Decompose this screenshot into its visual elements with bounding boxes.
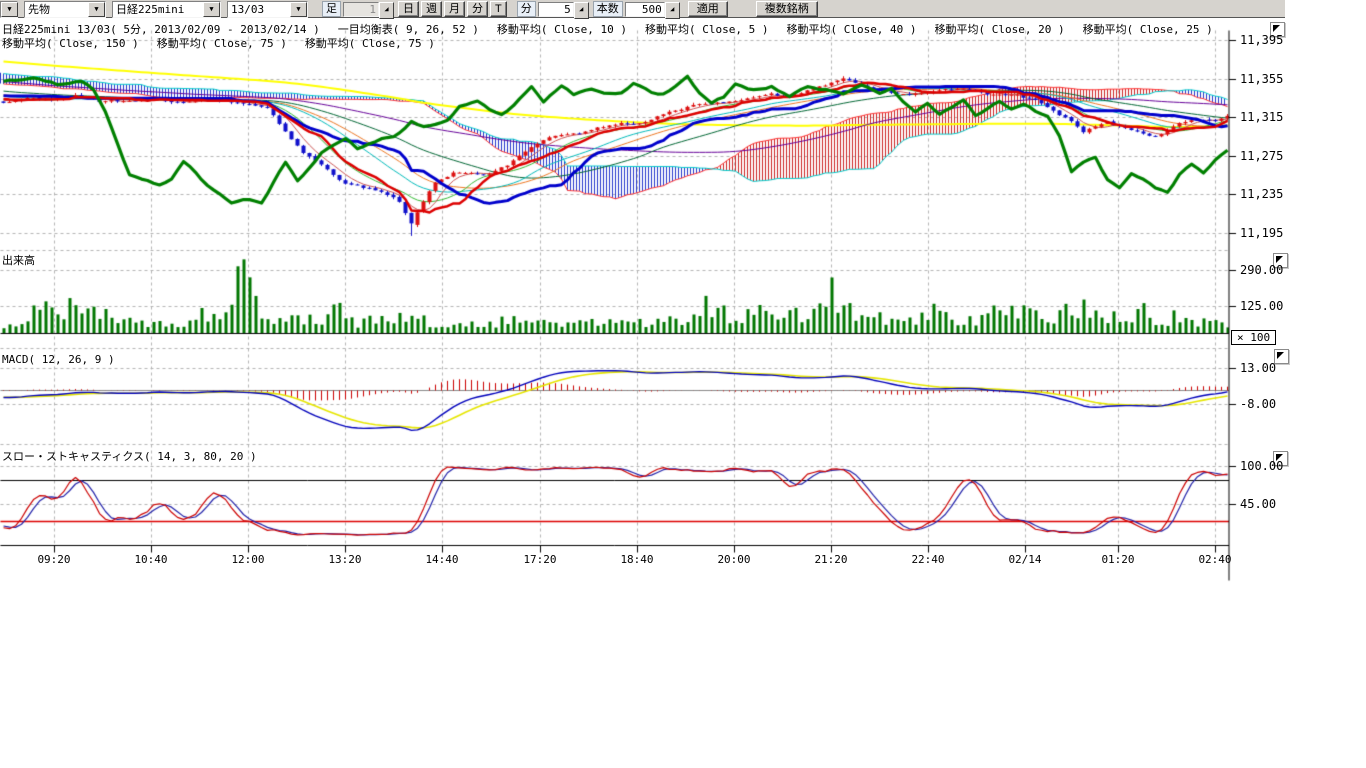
volume-axis-label: 290.00 bbox=[1240, 263, 1283, 277]
bars-count-label: 本数 bbox=[593, 1, 623, 17]
chart-plot-area[interactable] bbox=[0, 0, 1366, 768]
legend-line-2: 移動平均( Close, 150 ) 移動平均( Close, 75 ) 移動平均(… bbox=[2, 35, 453, 51]
minute-value[interactable]: 5 bbox=[538, 2, 574, 17]
price-axis-label: 11,395 bbox=[1240, 33, 1283, 47]
period-day-button[interactable]: 日 bbox=[398, 1, 419, 17]
multi-symbol-button[interactable]: 複数銘柄 bbox=[756, 1, 818, 17]
market-select-value: 先物 bbox=[25, 3, 88, 16]
time-axis-label: 02/14 bbox=[1008, 553, 1041, 566]
time-axis-label: 09:20 bbox=[37, 553, 70, 566]
price-axis-label: 11,315 bbox=[1240, 110, 1283, 124]
market-select[interactable]: 先物 ▼ bbox=[24, 1, 106, 18]
dropdown-arrow-icon[interactable]: ▼ bbox=[88, 2, 105, 17]
period-week-button[interactable]: 週 bbox=[421, 1, 442, 17]
time-axis-label: 01:20 bbox=[1101, 553, 1134, 566]
period-minute-button[interactable]: 分 bbox=[467, 1, 488, 17]
minute-spinner[interactable]: 5 ◢ bbox=[538, 2, 589, 17]
legend-item: 移動平均( Close, 5 ) bbox=[645, 23, 768, 36]
time-axis-label: 13:20 bbox=[328, 553, 361, 566]
apply-button[interactable]: 適用 bbox=[688, 1, 728, 17]
period-month-button[interactable]: 月 bbox=[444, 1, 465, 17]
spinner-icon[interactable]: ◢ bbox=[665, 2, 680, 19]
bar-count-spinner[interactable]: 1 ◢ bbox=[343, 2, 394, 17]
legend-item: 移動平均( Close, 75 ) bbox=[157, 37, 287, 50]
time-axis-label: 18:40 bbox=[620, 553, 653, 566]
macd-axis-label: -8.00 bbox=[1240, 397, 1276, 411]
legend-item: 移動平均( Close, 20 ) bbox=[935, 23, 1065, 36]
volume-multiplier-badge: × 100 bbox=[1231, 330, 1276, 345]
dropdown-arrow-icon[interactable]: ▼ bbox=[203, 2, 220, 17]
price-axis-label: 11,195 bbox=[1240, 226, 1283, 240]
contract-month-select[interactable]: 13/03 ▼ bbox=[227, 1, 308, 18]
legend-item: 移動平均( Close, 25 ) bbox=[1083, 23, 1213, 36]
time-axis-label: 02:40 bbox=[1198, 553, 1231, 566]
macd-panel-expand-icon[interactable] bbox=[1274, 349, 1289, 364]
macd-axis-label: 13.00 bbox=[1240, 361, 1276, 375]
volume-panel-title: 出来高 bbox=[2, 252, 35, 268]
price-axis-label: 11,235 bbox=[1240, 187, 1283, 201]
bar-count-value[interactable]: 1 bbox=[343, 2, 379, 17]
dropdown-arrow-icon[interactable]: ▼ bbox=[290, 2, 307, 17]
dropdown-arrow-icon[interactable]: ▼ bbox=[1, 2, 18, 17]
symbol-select[interactable]: 日経225mini ▼ bbox=[112, 1, 221, 18]
macd-panel-title: MACD( 12, 26, 9 ) bbox=[2, 353, 115, 366]
toolbar: ▼ 先物 ▼ 日経225mini ▼ 13/03 ▼ 足 1 ◢ 日 週 月 分… bbox=[0, 0, 1285, 18]
time-axis-label: 12:00 bbox=[231, 553, 264, 566]
period-tick-button[interactable]: T bbox=[490, 1, 507, 17]
legend-item: 移動平均( Close, 10 ) bbox=[497, 23, 627, 36]
spinner-icon[interactable]: ◢ bbox=[574, 2, 589, 19]
minute-mode-label: 分 bbox=[517, 1, 536, 17]
contract-month-value: 13/03 bbox=[228, 3, 290, 16]
bars-count-value[interactable]: 500 bbox=[625, 2, 665, 17]
stoch-axis-label: 100.00 bbox=[1240, 459, 1283, 473]
time-axis-label: 22:40 bbox=[911, 553, 944, 566]
scroll-left-combo[interactable]: ▼ bbox=[0, 1, 18, 18]
price-axis-label: 11,355 bbox=[1240, 72, 1283, 86]
bars-count-spinner[interactable]: 500 ◢ bbox=[625, 2, 680, 17]
legend-item: 移動平均( Close, 75 ) bbox=[305, 37, 435, 50]
symbol-select-value: 日経225mini bbox=[113, 3, 203, 16]
stoch-panel-title: スロー・ストキャスティクス( 14, 3, 80, 20 ) bbox=[2, 448, 257, 464]
time-axis-label: 21:20 bbox=[814, 553, 847, 566]
legend-item: 移動平均( Close, 150 ) bbox=[2, 37, 139, 50]
volume-axis-label: 125.00 bbox=[1240, 299, 1283, 313]
spinner-icon[interactable]: ◢ bbox=[379, 2, 394, 19]
bar-type-label: 足 bbox=[322, 1, 341, 17]
legend-item: 移動平均( Close, 40 ) bbox=[786, 23, 916, 36]
stoch-axis-label: 45.00 bbox=[1240, 497, 1276, 511]
time-axis-label: 20:00 bbox=[717, 553, 750, 566]
price-axis-label: 11,275 bbox=[1240, 149, 1283, 163]
time-axis-label: 17:20 bbox=[523, 553, 556, 566]
time-axis-label: 14:40 bbox=[425, 553, 458, 566]
time-axis-label: 10:40 bbox=[134, 553, 167, 566]
